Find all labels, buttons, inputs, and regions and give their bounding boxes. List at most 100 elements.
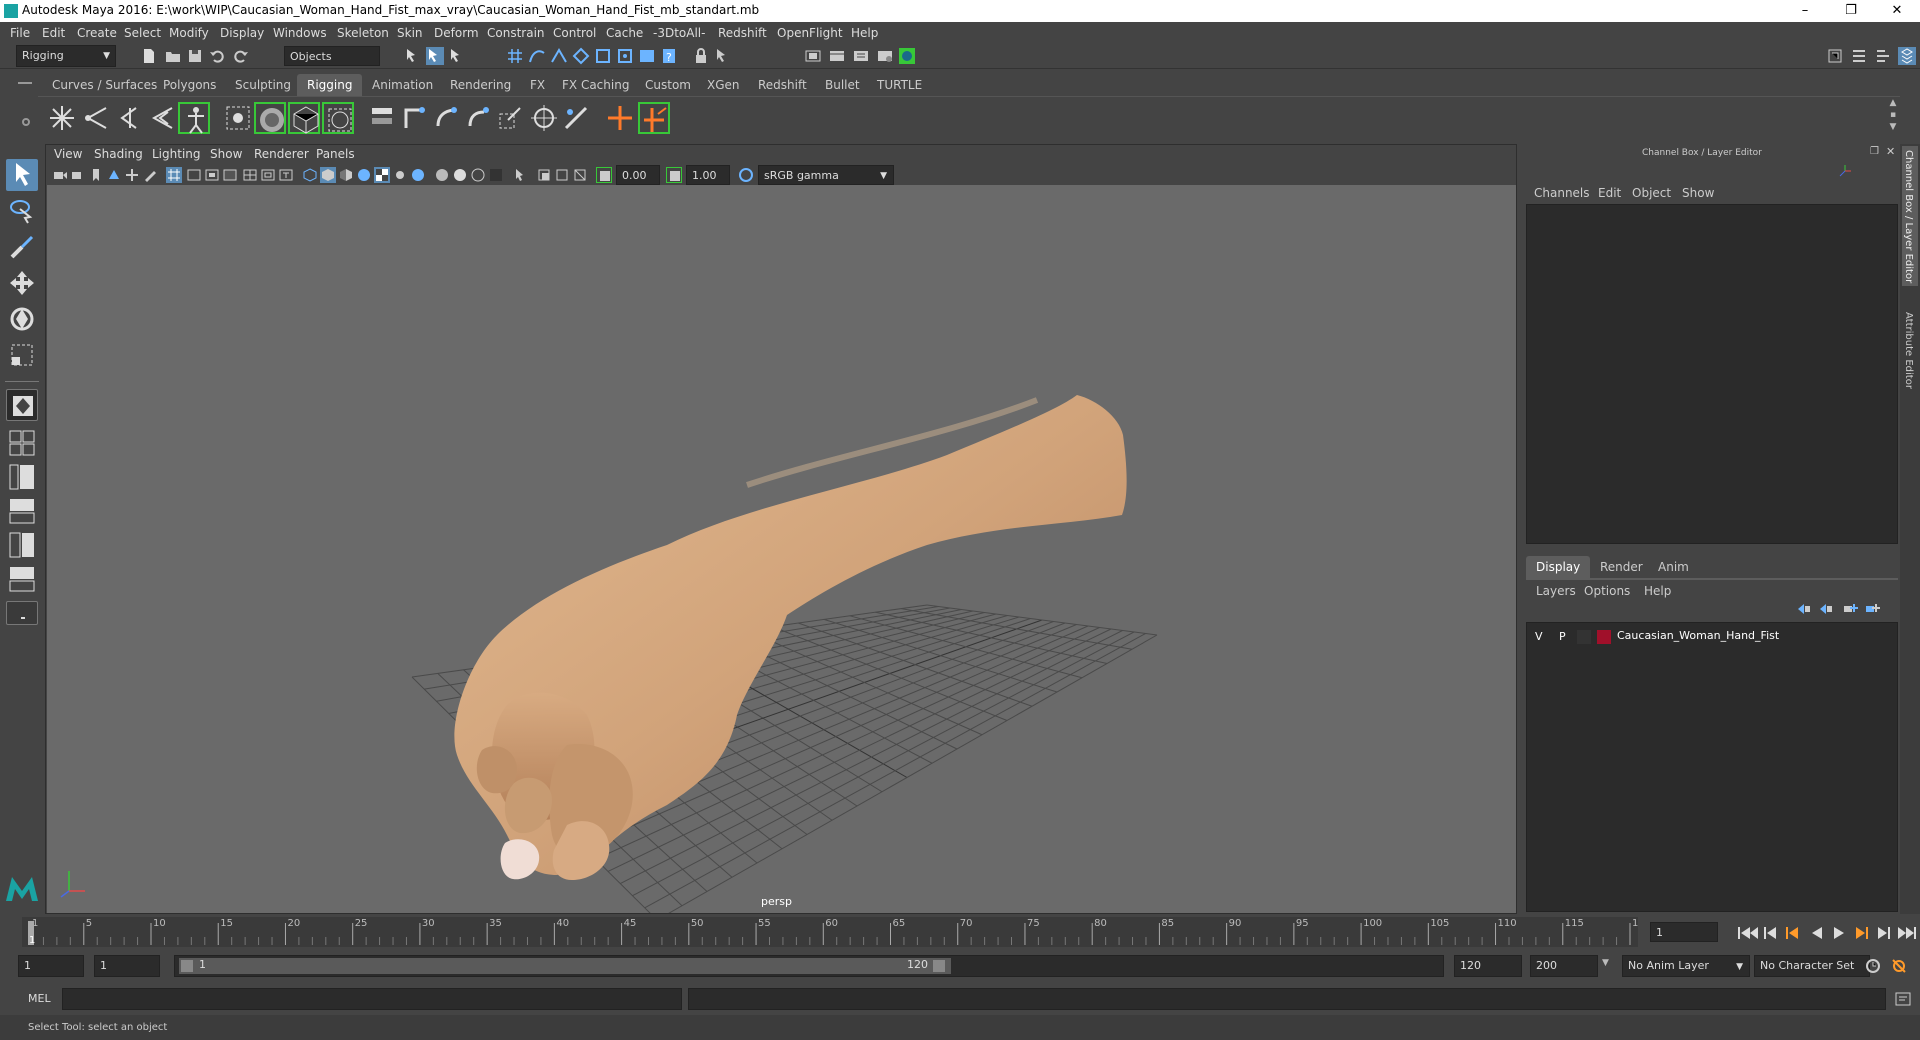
menu-deform[interactable]: Deform (434, 26, 479, 40)
animation-end-field[interactable]: 200 (1530, 955, 1598, 977)
field-chart-icon[interactable] (242, 167, 258, 183)
menu-modify[interactable]: Modify (169, 26, 209, 40)
quick-rig-icon[interactable] (178, 102, 210, 134)
shelf-menu-icon[interactable] (18, 82, 32, 84)
select-component-icon[interactable] (448, 47, 466, 65)
layer-tab-display[interactable]: Display (1526, 556, 1591, 578)
select-tool-icon[interactable] (6, 159, 38, 191)
shelf-tab-custom[interactable]: Custom (635, 74, 701, 96)
film-gate-icon[interactable] (186, 167, 202, 183)
layer-tab-anim[interactable]: Anim (1648, 556, 1699, 578)
blend-shape-icon[interactable] (366, 102, 398, 134)
layer-row[interactable]: V P Caucasian_Woman_Hand_Fist (1527, 627, 1897, 647)
rotate-tool-icon[interactable] (6, 303, 38, 335)
menu-openflight[interactable]: OpenFlight (777, 26, 843, 40)
side-tab-channel-box[interactable]: Channel Box / Layer Editor (1903, 150, 1914, 283)
default-material-icon[interactable] (338, 167, 354, 183)
wireframe-icon[interactable] (302, 167, 318, 183)
shelf-tab-animation[interactable]: Animation (362, 74, 443, 96)
object-menu[interactable]: Object (1632, 186, 1671, 200)
resolution-gate-icon[interactable] (204, 167, 220, 183)
more-layouts-icon[interactable] (6, 601, 38, 625)
shelf-tab-fx-caching[interactable]: FX Caching (552, 74, 639, 96)
edit-menu[interactable]: Edit (1598, 186, 1621, 200)
playback-start-field[interactable]: 1 (94, 955, 160, 977)
point-constraint-icon[interactable] (430, 102, 462, 134)
help-query-icon[interactable]: ? (660, 47, 678, 65)
shelf-tab-turtle[interactable]: TURTLE (867, 74, 932, 96)
anim-layer-dropdown[interactable]: No Anim Layer ▼ (1622, 955, 1750, 977)
select-object-icon[interactable] (426, 47, 444, 65)
animation-start-field[interactable]: 1 (18, 955, 84, 977)
snap-grid-icon[interactable] (506, 47, 524, 65)
selection-mode-dropdown[interactable]: Objects (284, 46, 380, 66)
color-space-dropdown[interactable]: sRGB gamma ▼ (758, 165, 894, 185)
motion-blur-icon[interactable] (452, 167, 468, 183)
layer-tab-render[interactable]: Render (1590, 556, 1653, 578)
cluster-icon[interactable] (322, 102, 354, 134)
xray-components-icon[interactable] (572, 167, 588, 183)
menu-display[interactable]: Display (220, 26, 264, 40)
shelf-tab-fx[interactable]: FX (520, 74, 555, 96)
panel-menu-panels[interactable]: Panels (316, 147, 355, 161)
panel-menu-shading[interactable]: Shading (94, 147, 143, 161)
exposure-toggle-icon[interactable] (596, 167, 612, 183)
parent-constraint-icon[interactable] (398, 102, 430, 134)
color-management-icon[interactable] (738, 167, 754, 183)
command-language-label[interactable]: MEL (28, 992, 51, 1005)
exposure-field[interactable]: 0.00 (616, 165, 660, 185)
scale-constraint-icon[interactable] (494, 102, 526, 134)
menu-windows[interactable]: Windows (273, 26, 327, 40)
menu-skeleton[interactable]: Skeleton (337, 26, 389, 40)
ik-spline-icon[interactable] (146, 102, 178, 134)
tool-settings-toggle-icon[interactable] (1874, 47, 1892, 65)
create-joints-icon[interactable] (46, 102, 78, 134)
animation-preferences-icon[interactable] (1890, 957, 1908, 975)
depth-of-field-icon[interactable] (488, 167, 504, 183)
options-menu[interactable]: Options (1584, 584, 1630, 598)
gamma-field[interactable]: 1.00 (686, 165, 730, 185)
orient-constraint-icon[interactable] (462, 102, 494, 134)
grid-toggle-icon[interactable] (166, 167, 182, 183)
anti-aliasing-icon[interactable] (470, 167, 486, 183)
snap-center-icon[interactable] (616, 47, 634, 65)
hypershade-icon[interactable] (898, 47, 916, 65)
show-menu[interactable]: Show (1682, 186, 1714, 200)
image-plane-icon[interactable] (106, 167, 122, 183)
shelf-settings-icon[interactable] (22, 118, 30, 126)
shelf-tab-rigging[interactable]: Rigging (297, 74, 363, 96)
open-scene-icon[interactable] (164, 47, 182, 65)
safe-action-icon[interactable] (260, 167, 276, 183)
move-layer-down-icon[interactable] (1818, 602, 1834, 616)
new-layer-icon[interactable] (1842, 602, 1858, 616)
select-hierarchy-icon[interactable] (404, 47, 422, 65)
xray-icon[interactable] (536, 167, 552, 183)
menu-help[interactable]: Help (851, 26, 878, 40)
menu-create[interactable]: Create (77, 26, 117, 40)
channel-box-toggle-icon[interactable] (1898, 47, 1916, 65)
shelf-tab-polygons[interactable]: Polygons (153, 74, 226, 96)
smooth-shade-icon[interactable] (320, 167, 336, 183)
menu-edit[interactable]: Edit (42, 26, 65, 40)
lasso-tool-icon[interactable] (6, 195, 38, 227)
modeling-toolkit-icon[interactable] (1826, 47, 1844, 65)
2d-pan-zoom-icon[interactable] (124, 167, 140, 183)
time-slider-track[interactable]: 1 5 10 15 20 25 30 35 40 45 50 55 60 65 70 75 80 85 90 95 10… (22, 917, 1651, 947)
character-set-dropdown[interactable]: No Character Set (1754, 955, 1870, 977)
symmetry-icon[interactable] (638, 47, 656, 65)
select-lock-icon[interactable] (714, 47, 732, 65)
render-view-icon[interactable] (804, 47, 822, 65)
wireframe-on-shaded-icon[interactable] (356, 167, 372, 183)
shelf-tab-sculpting[interactable]: Sculpting (225, 74, 301, 96)
use-all-lights-icon[interactable] (392, 167, 408, 183)
new-scene-icon[interactable] (140, 47, 158, 65)
command-input[interactable] (62, 988, 682, 1010)
menu-control[interactable]: Control (553, 26, 596, 40)
gamma-toggle-icon[interactable] (666, 167, 682, 183)
layers-menu[interactable]: Layers (1536, 584, 1576, 598)
menu-skin[interactable]: Skin (397, 26, 423, 40)
paint-select-tool-icon[interactable] (6, 231, 38, 263)
move-tool-icon[interactable] (6, 267, 38, 299)
float-panel-icon[interactable]: ❐ (1870, 146, 1879, 157)
gate-mask-icon[interactable] (222, 167, 238, 183)
